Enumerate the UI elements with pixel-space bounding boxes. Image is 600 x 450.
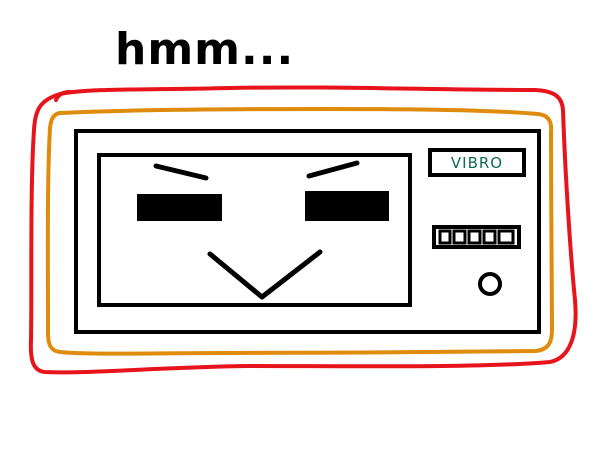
keypad — [432, 225, 521, 249]
brand-label: VIBRO — [451, 154, 503, 172]
left-eye — [137, 194, 222, 221]
power-knob-icon[interactable] — [478, 272, 502, 296]
doodle-scene: hmm... VIBRO — [28, 24, 578, 375]
caption-text: hmm... — [115, 24, 294, 75]
right-eye — [305, 191, 389, 221]
device-screen — [97, 153, 412, 307]
